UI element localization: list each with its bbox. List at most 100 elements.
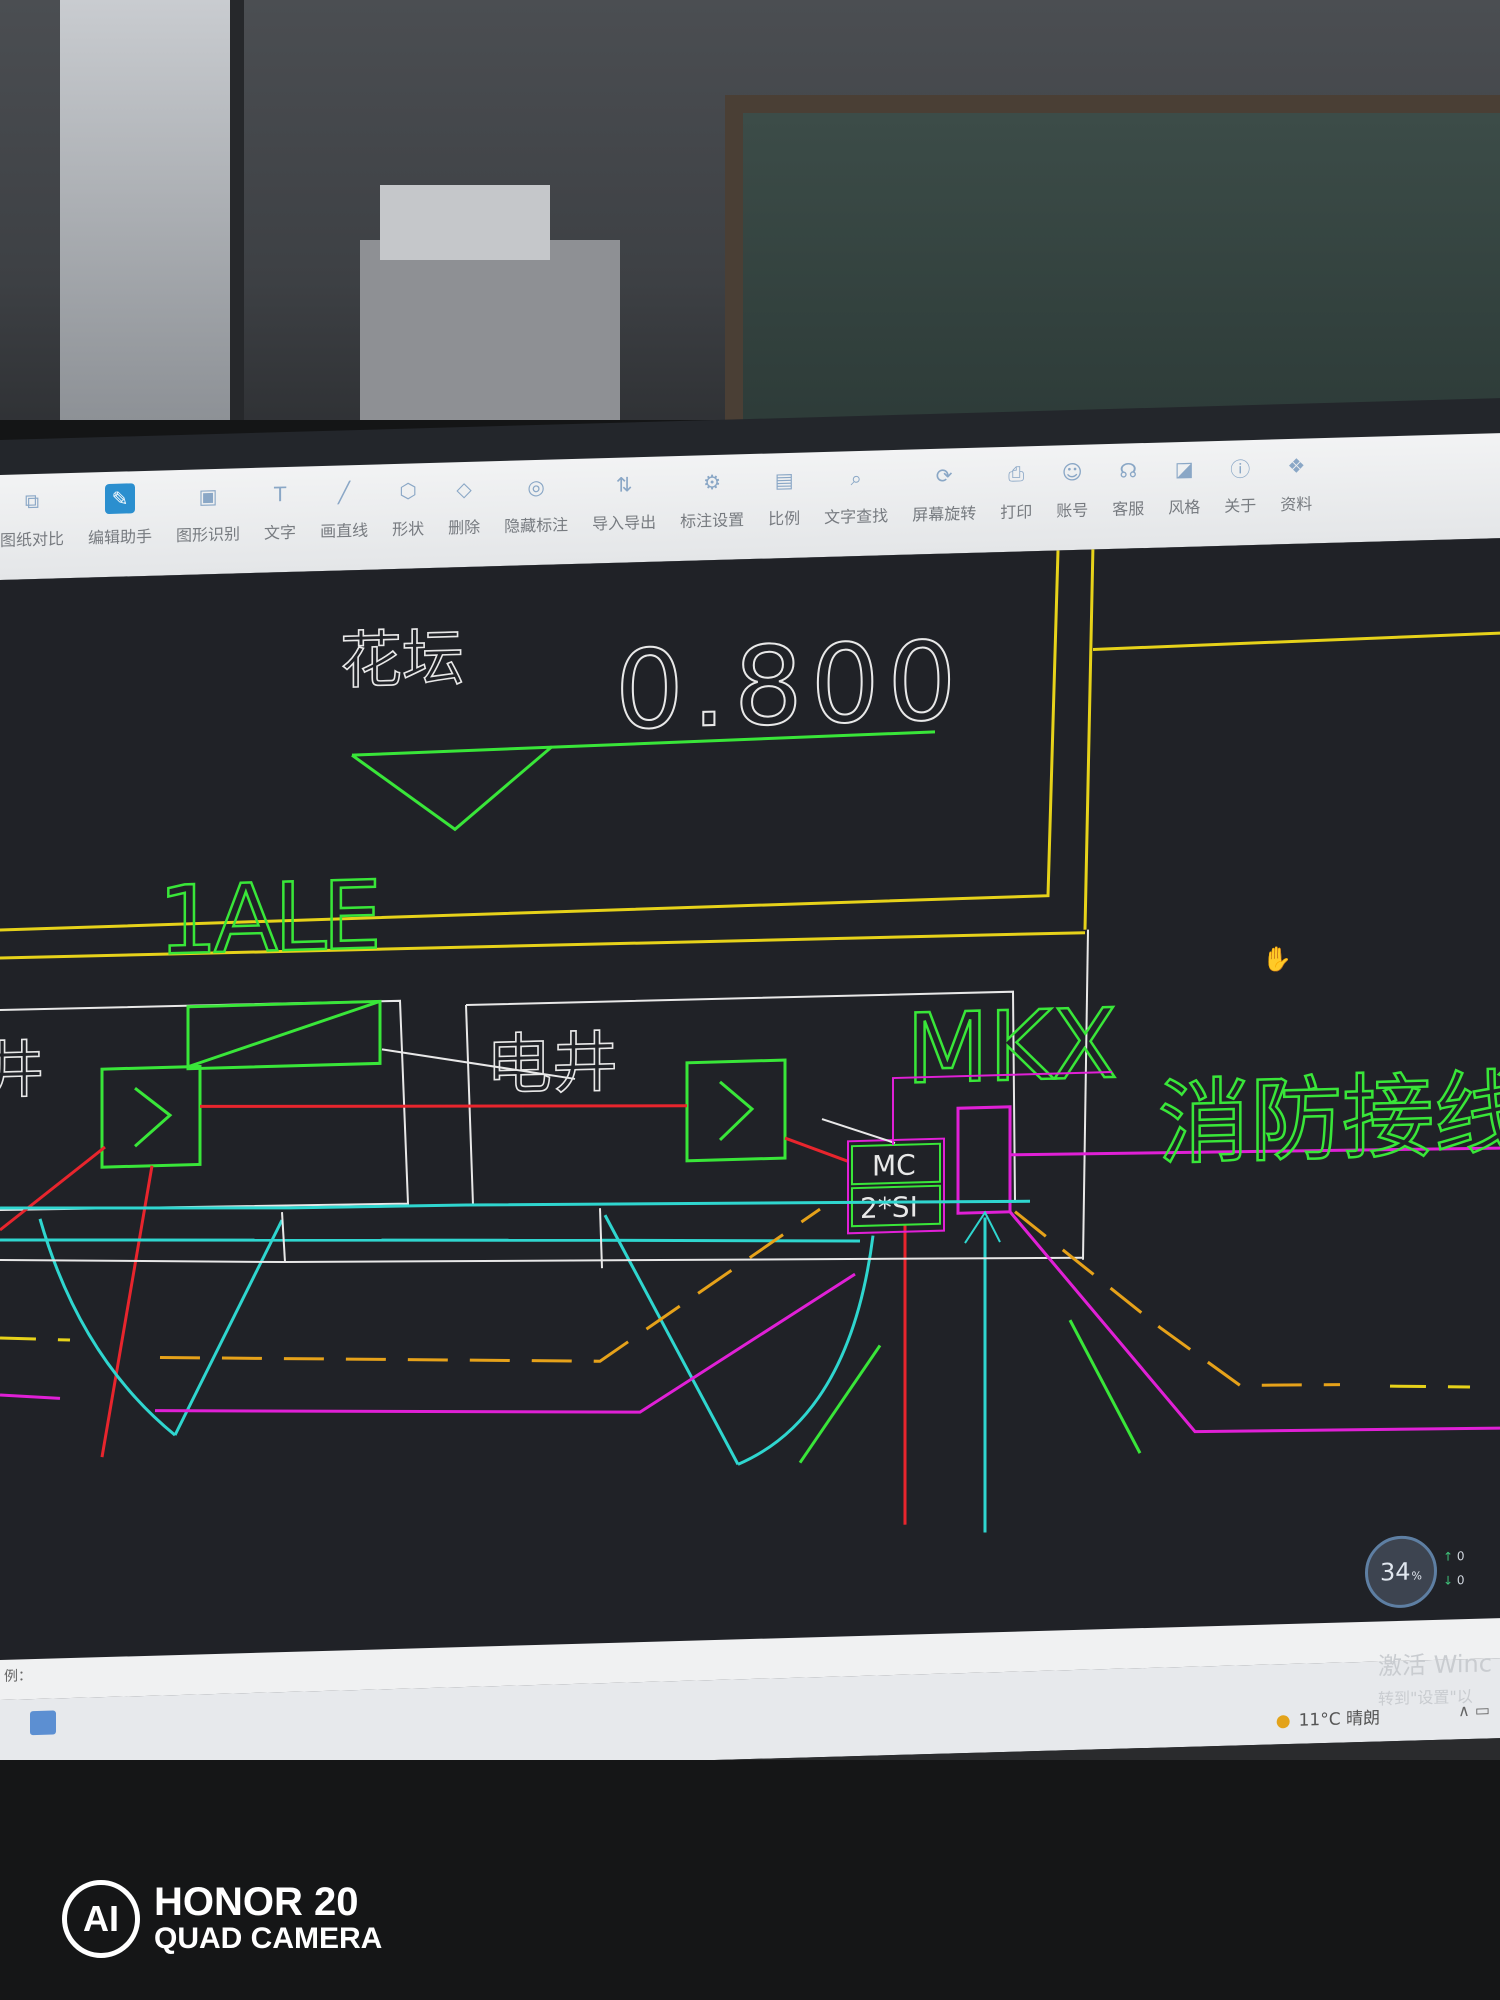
shaft-label-center: 电井 bbox=[486, 1024, 618, 1105]
switch-glyph-center bbox=[718, 1080, 755, 1141]
toolbar-item-18[interactable]: ❖ 资料 bbox=[1280, 450, 1312, 515]
cable-tray-diagonal bbox=[187, 999, 381, 1069]
cyan-arc bbox=[737, 1235, 875, 1466]
camera-model: HONOR 20 bbox=[154, 1880, 359, 1924]
toolbar-item-0[interactable]: ⧉ 图纸对比 bbox=[0, 485, 64, 551]
toolbar-item-8[interactable]: ⇅ 导入导出 bbox=[592, 469, 656, 535]
performance-widget[interactable]: 34% ↑ 0 ↓ 0 bbox=[1365, 1533, 1500, 1609]
toolbar-item-9[interactable]: ⚙ 标注设置 bbox=[680, 466, 744, 532]
fire-box-label: 消防接线箱 bbox=[1158, 1058, 1500, 1178]
switch-symbol-left bbox=[100, 1064, 202, 1169]
toolbar-item-label: 资料 bbox=[1280, 494, 1313, 515]
red-wire bbox=[784, 1136, 849, 1163]
toolbar-item-15[interactable]: ☊ 客服 bbox=[1112, 455, 1144, 520]
toolbar-item-10[interactable]: ▤ 比例 bbox=[768, 465, 800, 530]
activation-subtitle: 转到"设置"以 bbox=[1378, 1686, 1473, 1709]
annotation-settings-icon: ⚙ bbox=[703, 469, 722, 495]
upload-speed: 0 bbox=[1456, 1549, 1465, 1564]
ai-badge-logo: AI bbox=[62, 1880, 140, 1958]
download-speed: 0 bbox=[1456, 1573, 1465, 1588]
toolbar-item-4[interactable]: ╱ 画直线 bbox=[320, 477, 368, 542]
panel-label: 1ALE bbox=[158, 861, 378, 976]
toolbar-item-label: 文字查找 bbox=[824, 506, 889, 527]
materials-icon: ❖ bbox=[1287, 453, 1306, 479]
si-label: 2*SI bbox=[860, 1190, 918, 1225]
toolbar-item-5[interactable]: ⬡ 形状 bbox=[392, 475, 424, 540]
upload-arrow-icon: ↑ bbox=[1443, 1549, 1454, 1564]
line-icon: ╱ bbox=[338, 480, 351, 505]
flower-bed-label: 花坛 bbox=[340, 621, 464, 697]
toolbar-item-1[interactable]: ✎ 编辑助手 bbox=[88, 483, 152, 549]
toolbar-item-16[interactable]: ◪ 风格 bbox=[1168, 453, 1200, 518]
toolbar-item-label: 编辑助手 bbox=[88, 526, 153, 548]
text-search-icon: ⌕ bbox=[850, 465, 862, 491]
cpu-percent-unit: % bbox=[1411, 1568, 1422, 1583]
switch-symbol-center bbox=[685, 1058, 787, 1163]
support-headset-icon: ☊ bbox=[1119, 458, 1138, 483]
scale-icon: ▤ bbox=[774, 467, 794, 493]
elevation-marker bbox=[351, 745, 553, 832]
toolbar-item-12[interactable]: ⟳ 屏幕旋转 bbox=[912, 460, 976, 526]
toolbar-item-label: 图形识别 bbox=[176, 524, 241, 546]
toolbar-item-label: 形状 bbox=[392, 519, 425, 540]
cpu-percent: 34 bbox=[1380, 1557, 1411, 1587]
toolbar-item-label: 隐藏标注 bbox=[504, 515, 569, 536]
toolbar-item-17[interactable]: ⓘ 关于 bbox=[1224, 452, 1256, 517]
edit-assistant-icon: ✎ bbox=[105, 483, 136, 515]
toolbar-item-3[interactable]: T 文字 bbox=[264, 479, 296, 544]
magenta-wire bbox=[0, 1393, 61, 1400]
white-boundary-line bbox=[599, 1208, 603, 1269]
toolbar-item-label: 画直线 bbox=[320, 520, 369, 542]
hand-cursor-icon: ✋ bbox=[1262, 945, 1292, 974]
toolbar-item-label: 图纸对比 bbox=[0, 529, 65, 550]
toolbar-item-13[interactable]: ⎙ 打印 bbox=[1000, 458, 1032, 523]
weather-widget[interactable]: ● 11°C 晴朗 bbox=[1276, 1703, 1380, 1731]
yellow-boundary-line bbox=[1092, 631, 1500, 651]
shaft-label-left: 井 bbox=[0, 1033, 44, 1108]
toolbar-item-14[interactable]: ☺ 账号 bbox=[1056, 457, 1088, 522]
activation-watermark: 激活 Winc 转到"设置"以 bbox=[1378, 1643, 1492, 1709]
green-wire bbox=[1068, 1319, 1142, 1454]
status-label: 例： bbox=[4, 1668, 32, 1685]
dashed-yellow-line bbox=[159, 1207, 821, 1363]
room-shelf bbox=[360, 240, 620, 430]
room-window bbox=[60, 0, 244, 420]
toolbar-item-label: 导入导出 bbox=[592, 512, 657, 534]
switch-glyph-left bbox=[134, 1087, 173, 1148]
red-wire bbox=[0, 1145, 106, 1232]
cyan-wire bbox=[603, 1214, 740, 1466]
fire-box-symbol bbox=[956, 1105, 1012, 1215]
toolbar-item-label: 账号 bbox=[1056, 500, 1089, 521]
compare-icon: ⧉ bbox=[24, 488, 40, 514]
toolbar-item-6[interactable]: ◇ 删除 bbox=[448, 474, 480, 539]
room-printer bbox=[380, 185, 550, 260]
activation-title: 激活 Winc bbox=[1378, 1649, 1492, 1681]
toolbar-item-label: 打印 bbox=[1000, 502, 1033, 523]
hide-annotation-icon: ◎ bbox=[527, 474, 545, 500]
camera-subtitle: QUAD CAMERA bbox=[154, 1922, 383, 1955]
network-speed-stats: ↑ 0 ↓ 0 bbox=[1443, 1544, 1465, 1593]
room-cabinet bbox=[725, 95, 1500, 451]
rotate-screen-icon: ⟳ bbox=[935, 463, 953, 488]
taskbar-app-icon[interactable] bbox=[30, 1710, 56, 1736]
cyan-wire bbox=[173, 1219, 284, 1436]
cad-drawing[interactable]: 花坛 0.800 1ALE 井 电井 MC 2*SI MKX 消防接线箱 ✋ bbox=[0, 538, 1500, 1660]
style-icon: ◪ bbox=[1174, 456, 1194, 482]
toolbar-item-2[interactable]: ▣ 图形识别 bbox=[176, 480, 240, 546]
red-wire bbox=[100, 1165, 154, 1458]
shape-icon: ⬡ bbox=[399, 478, 417, 503]
toolbar-item-11[interactable]: ⌕ 文字查找 bbox=[824, 462, 888, 528]
toolbar-item-label: 比例 bbox=[768, 508, 801, 529]
toolbar-item-7[interactable]: ◎ 隐藏标注 bbox=[504, 471, 568, 537]
import-export-icon: ⇅ bbox=[615, 472, 633, 497]
mc-label: MC bbox=[872, 1148, 916, 1182]
cpu-usage-circle: 34% bbox=[1365, 1534, 1437, 1609]
print-icon: ⎙ bbox=[1008, 461, 1025, 486]
toolbar-item-label: 关于 bbox=[1224, 495, 1257, 516]
mkx-label: MKX bbox=[906, 988, 1118, 1106]
cyan-wire bbox=[0, 1238, 601, 1242]
cad-canvas[interactable]: 花坛 0.800 1ALE 井 电井 MC 2*SI MKX 消防接线箱 ✋ bbox=[0, 538, 1500, 1760]
cyan-wire bbox=[599, 1238, 861, 1243]
dashed-yellow-line bbox=[1014, 1210, 1341, 1387]
toolbar-item-label: 文字 bbox=[264, 522, 297, 543]
